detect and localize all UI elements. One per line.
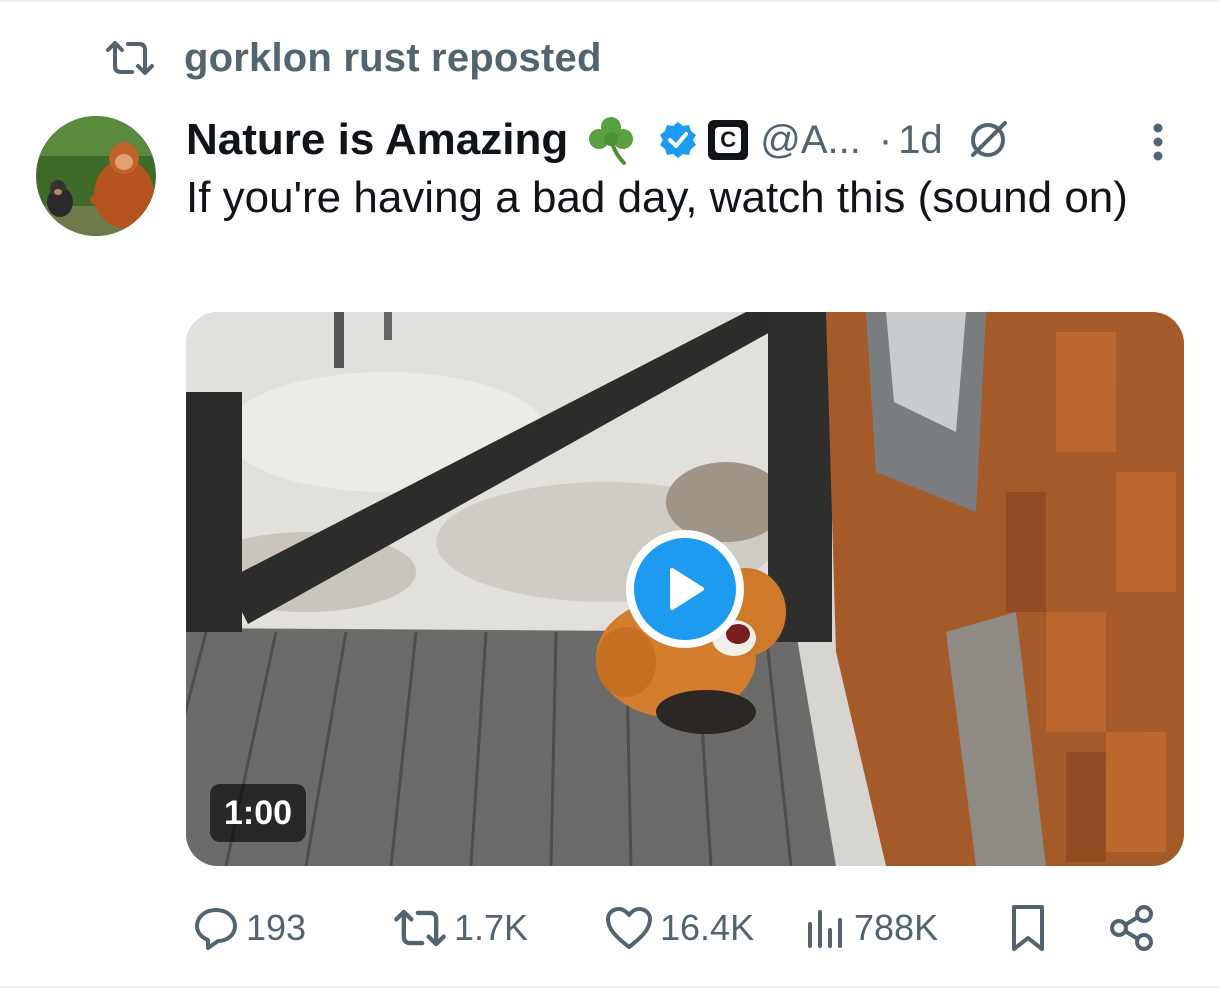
like-button[interactable]: 16.4K <box>604 898 754 958</box>
reply-button[interactable]: 193 <box>192 898 306 958</box>
repost-label: gorklon rust reposted <box>184 35 602 80</box>
separator-dot: · <box>878 117 893 162</box>
tweet-text: If you're having a bad day, watch this (… <box>186 173 1128 222</box>
more-options-icon[interactable] <box>1138 118 1178 166</box>
display-name[interactable]: Nature is Amazing <box>186 115 568 165</box>
reply-icon <box>192 904 240 952</box>
bottom-divider <box>0 986 1220 988</box>
shamrock-emoji-icon <box>582 111 640 169</box>
reply-count: 193 <box>246 907 307 948</box>
bookmark-button[interactable] <box>1008 898 1048 958</box>
video-player[interactable]: 1:00 <box>186 312 1184 866</box>
action-bar: 193 1.7K 16.4K 788K <box>186 898 1176 958</box>
tweet-header: Nature is Amazing C @A... · 1d <box>186 110 1186 170</box>
bookmark-icon <box>1008 903 1048 953</box>
play-icon <box>634 538 736 640</box>
share-icon <box>1108 904 1156 952</box>
views-count: 788K <box>854 907 939 948</box>
play-button[interactable] <box>626 530 744 648</box>
top-divider <box>0 0 1220 2</box>
grok-icon[interactable] <box>965 117 1011 163</box>
repost-context[interactable]: gorklon rust reposted <box>104 34 602 82</box>
avatar[interactable] <box>36 116 156 236</box>
verified-badge-icon[interactable] <box>658 120 698 160</box>
repost-action-icon <box>392 906 448 950</box>
repost-count: 1.7K <box>454 907 529 948</box>
share-button[interactable] <box>1108 898 1156 958</box>
affiliate-badge-icon[interactable]: C <box>708 120 749 160</box>
heart-icon <box>604 905 654 951</box>
views-icon <box>804 906 848 950</box>
views-button[interactable]: 788K <box>804 898 938 958</box>
video-duration: 1:00 <box>210 784 307 842</box>
repost-icon <box>104 38 156 78</box>
repost-button[interactable]: 1.7K <box>392 898 528 958</box>
affiliate-badge-letter: C <box>715 127 742 153</box>
timestamp[interactable]: 1d <box>898 118 943 163</box>
like-count: 16.4K <box>660 907 755 948</box>
user-handle[interactable]: @A... <box>760 118 861 163</box>
